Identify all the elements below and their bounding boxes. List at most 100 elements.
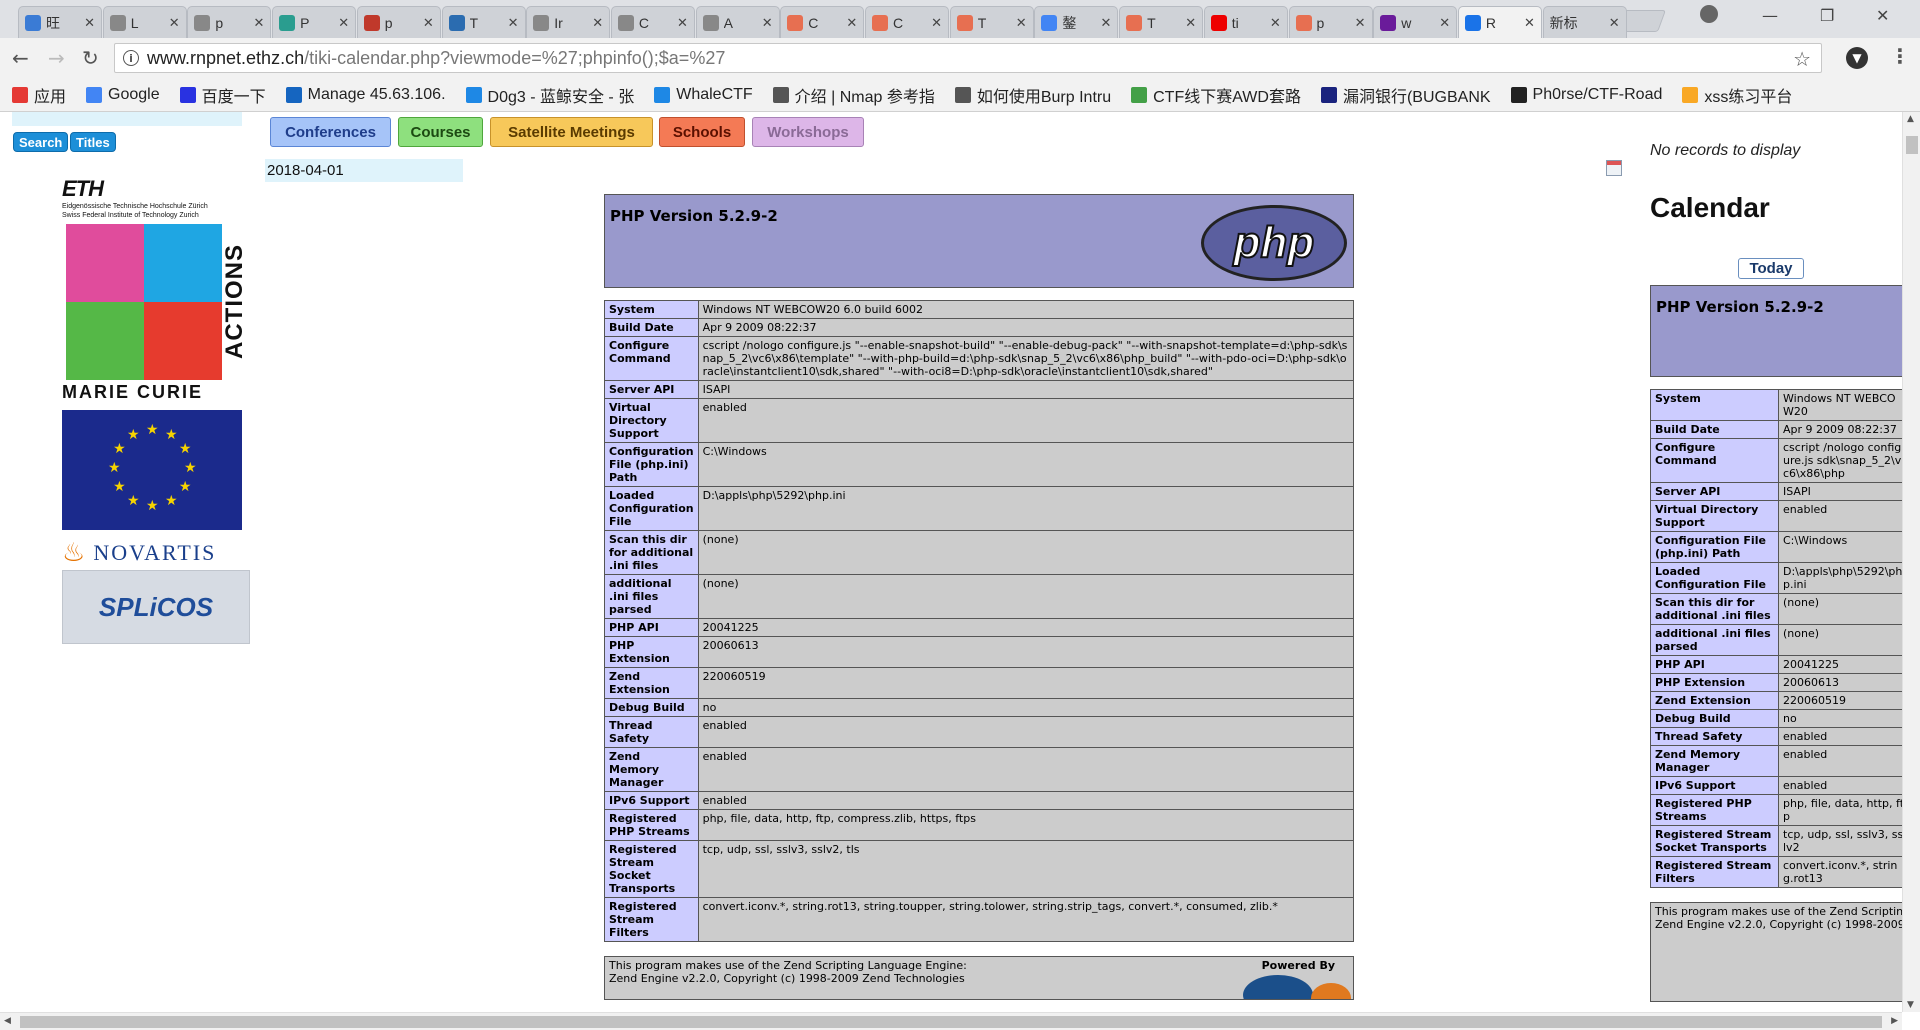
bookmark-item[interactable]: Google: [86, 86, 160, 104]
horizontal-scroll-thumb[interactable]: [20, 1016, 1882, 1028]
browser-tab[interactable]: R ✕: [1457, 6, 1542, 38]
bookmark-label: 百度一下: [201, 88, 266, 106]
horizontal-scrollbar[interactable]: ◀ ▶: [0, 1012, 1902, 1030]
tab-close-icon[interactable]: ✕: [846, 15, 857, 31]
table-row: Configuration File (php.ini) Path C:\Wind…: [604, 442, 1355, 487]
table-row: Configure Command cscript /nologo configu…: [1650, 438, 1902, 483]
browser-tab[interactable]: 旺 ✕: [18, 6, 102, 38]
tab-close-icon[interactable]: ✕: [1270, 15, 1281, 31]
bookmark-item[interactable]: WhaleCTF: [654, 86, 753, 104]
category-button-workshops[interactable]: Workshops: [752, 117, 864, 147]
bookmark-icon: [1510, 86, 1527, 103]
tab-close-icon[interactable]: ✕: [1439, 15, 1450, 31]
today-button[interactable]: Today: [1738, 258, 1804, 279]
minimize-icon[interactable]: —: [1762, 6, 1778, 25]
calendar-view-icon[interactable]: [1606, 160, 1622, 176]
bookmark-item[interactable]: CTF线下赛AWD套路: [1131, 83, 1301, 107]
novartis-text: NOVARTIS: [93, 540, 217, 565]
browser-tab[interactable]: C ✕: [780, 6, 865, 38]
vertical-scrollbar[interactable]: ▲ ▼: [1902, 112, 1920, 1012]
browser-tab[interactable]: T ✕: [949, 6, 1034, 38]
browser-tab[interactable]: p ✕: [356, 6, 441, 38]
browser-tab[interactable]: A ✕: [695, 6, 780, 38]
mc-quadrant-red: [144, 302, 222, 380]
browser-tab[interactable]: T ✕: [1119, 6, 1204, 38]
restore-icon[interactable]: ❐: [1820, 6, 1834, 25]
row-value: ISAPI: [697, 380, 1355, 399]
tab-close-icon[interactable]: ✕: [338, 15, 349, 31]
profile-icon[interactable]: [1700, 5, 1718, 23]
zend-credit-line-2: Zend Engine v2.2.0, Copyright (c) 1998-2…: [609, 972, 965, 985]
browser-tab[interactable]: Ir ✕: [526, 6, 611, 38]
tab-close-icon[interactable]: ✕: [931, 15, 942, 31]
vertical-scroll-thumb[interactable]: [1906, 136, 1918, 154]
scroll-left-icon[interactable]: ◀: [4, 1016, 11, 1026]
tab-close-icon[interactable]: ✕: [1524, 15, 1535, 31]
browser-tab[interactable]: P ✕: [272, 6, 357, 38]
close-window-icon[interactable]: ✕: [1876, 6, 1889, 25]
scroll-right-icon[interactable]: ▶: [1891, 1016, 1898, 1026]
browser-toolbar: ← → ↻ i www.rnpnet.ethz.ch/tiki-calendar…: [0, 38, 1920, 78]
row-key: Configuration File (php.ini) Path: [604, 442, 699, 487]
tab-close-icon[interactable]: ✕: [592, 15, 603, 31]
row-value: enabled: [1778, 745, 1902, 777]
browser-tab[interactable]: 鏊 ✕: [1034, 6, 1119, 38]
row-value: (none): [1778, 624, 1902, 656]
row-value: tcp, udp, ssl, sslv3, sslv2: [1778, 825, 1902, 857]
tab-close-icon[interactable]: ✕: [508, 15, 519, 31]
bookmark-item[interactable]: 百度一下: [179, 83, 266, 107]
row-key: Build Date: [604, 318, 699, 337]
browser-tab[interactable]: p ✕: [187, 6, 272, 38]
back-icon[interactable]: ←: [12, 46, 29, 70]
category-button-conferences[interactable]: Conferences: [270, 117, 391, 147]
browser-tab[interactable]: 新标 ✕: [1542, 6, 1627, 38]
browser-tab[interactable]: C ✕: [610, 6, 695, 38]
search-button[interactable]: Search: [13, 132, 69, 152]
titles-button[interactable]: Titles: [70, 132, 116, 152]
bookmark-item[interactable]: xss练习平台: [1682, 83, 1792, 107]
site-info-icon[interactable]: i: [123, 50, 139, 66]
eu-star-icon: ★: [165, 427, 178, 444]
category-button-courses[interactable]: Courses: [398, 117, 483, 147]
bookmark-item[interactable]: D0g3 - 蓝鲸安全 - 张: [465, 83, 634, 107]
row-key: IPv6 Support: [604, 791, 699, 810]
browser-tab[interactable]: w ✕: [1373, 6, 1458, 38]
address-bar[interactable]: i www.rnpnet.ethz.ch/tiki-calendar.php?v…: [114, 43, 1822, 73]
category-button-schools[interactable]: Schools: [659, 117, 745, 147]
bookmark-item[interactable]: 如何使用Burp Intru: [954, 83, 1111, 107]
forward-icon[interactable]: →: [48, 46, 65, 70]
row-key: Zend Extension: [604, 667, 699, 699]
category-button-satellite-meetings[interactable]: Satellite Meetings: [490, 117, 653, 147]
browser-tab[interactable]: T ✕: [441, 6, 526, 38]
tab-close-icon[interactable]: ✕: [1355, 15, 1366, 31]
extension-icon[interactable]: ▼: [1846, 47, 1868, 69]
browser-menu-icon[interactable]: ⋮: [1890, 44, 1910, 68]
browser-tab[interactable]: C ✕: [865, 6, 949, 38]
tab-label: P: [300, 14, 310, 31]
tab-close-icon[interactable]: ✕: [253, 15, 264, 31]
row-key: IPv6 Support: [1650, 776, 1779, 795]
browser-tab[interactable]: ti ✕: [1203, 6, 1288, 38]
tab-close-icon[interactable]: ✕: [1185, 15, 1196, 31]
row-value: 20060613: [1778, 673, 1902, 692]
row-key: Configure Command: [1650, 438, 1779, 483]
tab-close-icon[interactable]: ✕: [84, 15, 95, 31]
tab-close-icon[interactable]: ✕: [169, 15, 180, 31]
bookmark-item[interactable]: Manage 45.63.106.: [285, 86, 446, 104]
bookmark-item[interactable]: 应用: [12, 83, 66, 107]
tab-close-icon[interactable]: ✕: [1609, 15, 1620, 31]
reload-icon[interactable]: ↻: [82, 46, 99, 70]
browser-tab[interactable]: p ✕: [1288, 6, 1373, 38]
scroll-down-icon[interactable]: ▼: [1907, 1000, 1914, 1010]
browser-tab[interactable]: L ✕: [102, 6, 187, 38]
bookmark-item[interactable]: Ph0rse/CTF-Road: [1510, 86, 1662, 104]
bookmark-star-icon[interactable]: ☆: [1793, 47, 1811, 71]
bookmark-item[interactable]: 漏洞银行(BUGBANK: [1320, 83, 1491, 107]
tab-close-icon[interactable]: ✕: [1100, 15, 1111, 31]
tab-close-icon[interactable]: ✕: [1016, 15, 1027, 31]
scroll-up-icon[interactable]: ▲: [1907, 114, 1914, 124]
tab-close-icon[interactable]: ✕: [677, 15, 688, 31]
tab-close-icon[interactable]: ✕: [423, 15, 434, 31]
bookmark-item[interactable]: 介绍 | Nmap 参考指: [772, 83, 935, 107]
tab-close-icon[interactable]: ✕: [762, 15, 773, 31]
